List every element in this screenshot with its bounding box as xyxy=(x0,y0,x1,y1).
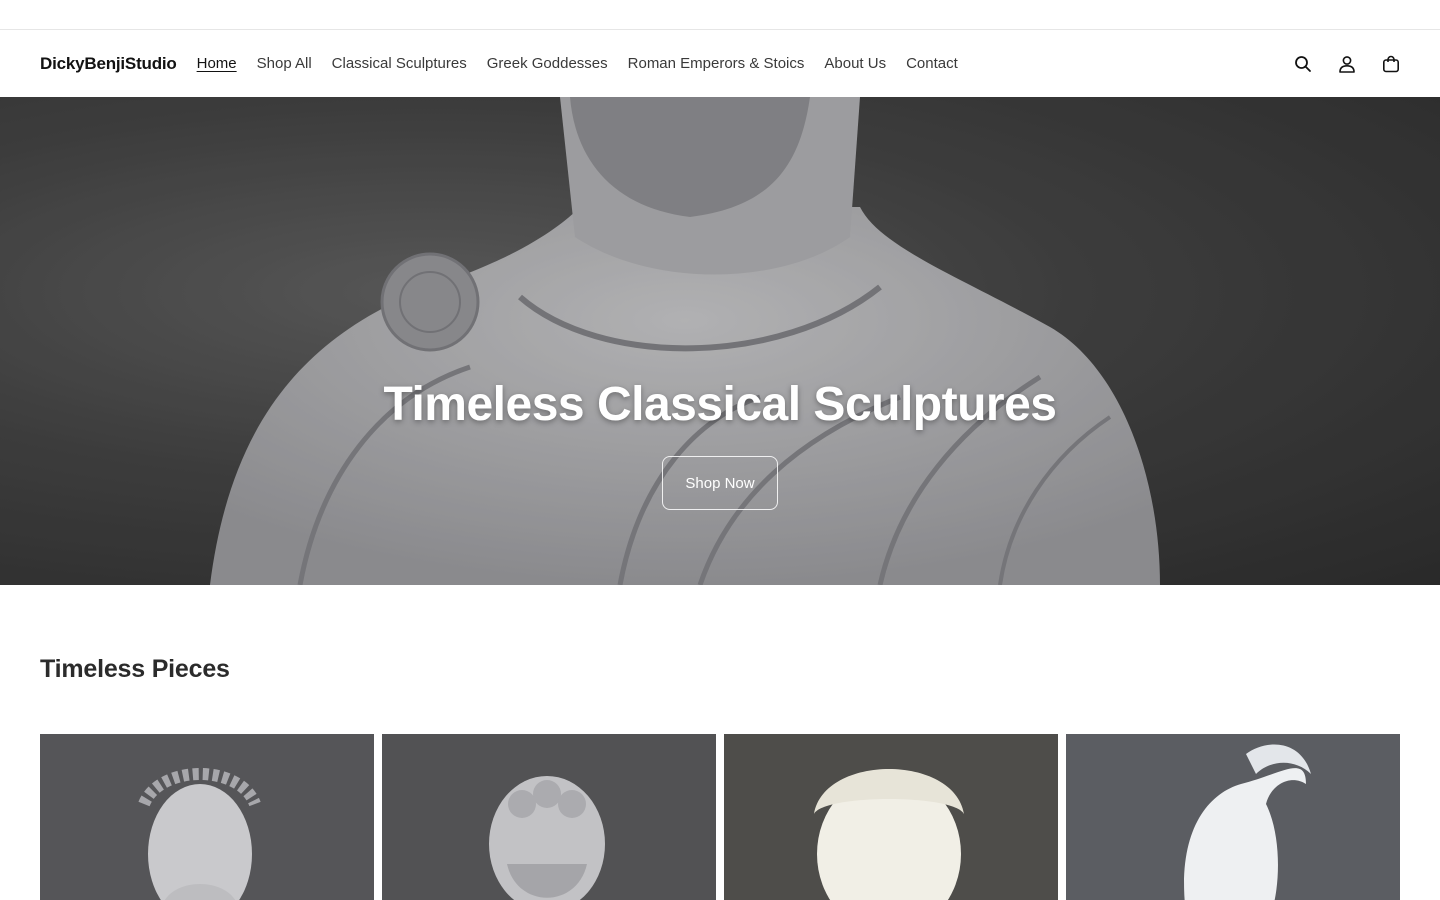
helmet-bust-image xyxy=(1066,734,1400,900)
account-icon[interactable] xyxy=(1334,51,1360,77)
hero-overlay xyxy=(0,97,1440,585)
nav-about-us[interactable]: About Us xyxy=(824,55,886,72)
product-card-philosopher-bust[interactable] xyxy=(382,734,716,900)
nav-greek-goddesses[interactable]: Greek Goddesses xyxy=(487,55,608,72)
search-icon[interactable] xyxy=(1290,51,1316,77)
nav-roman-emperors-stoics[interactable]: Roman Emperors & Stoics xyxy=(628,55,805,72)
cart-icon[interactable] xyxy=(1378,51,1404,77)
ivory-bust-image xyxy=(724,734,1058,900)
header-icons xyxy=(1290,30,1404,97)
product-grid xyxy=(0,734,1440,900)
laurel-bust-image xyxy=(40,734,374,900)
nav-contact[interactable]: Contact xyxy=(906,55,958,72)
site-header: DickyBenjiStudio Home Shop All Classical… xyxy=(0,30,1440,97)
hero-content: Timeless Classical Sculptures Shop Now xyxy=(0,377,1440,510)
philosopher-bust-image xyxy=(382,734,716,900)
product-card-laurel-bust[interactable] xyxy=(40,734,374,900)
collection-title: Timeless Pieces xyxy=(40,655,230,683)
nav-home[interactable]: Home xyxy=(197,55,237,72)
product-card-ivory-bust[interactable] xyxy=(724,734,1058,900)
hero-banner: Timeless Classical Sculptures Shop Now xyxy=(0,97,1440,585)
nav-shop-all[interactable]: Shop All xyxy=(257,55,312,72)
main-nav: Home Shop All Classical Sculptures Greek… xyxy=(197,55,958,72)
announcement-bar xyxy=(0,0,1440,30)
hero-title: Timeless Classical Sculptures xyxy=(383,378,1057,431)
site-logo[interactable]: DickyBenjiStudio xyxy=(40,54,177,74)
product-card-helmet-bust[interactable] xyxy=(1066,734,1400,900)
nav-classical-sculptures[interactable]: Classical Sculptures xyxy=(332,55,467,72)
shop-now-button[interactable]: Shop Now xyxy=(662,456,778,510)
